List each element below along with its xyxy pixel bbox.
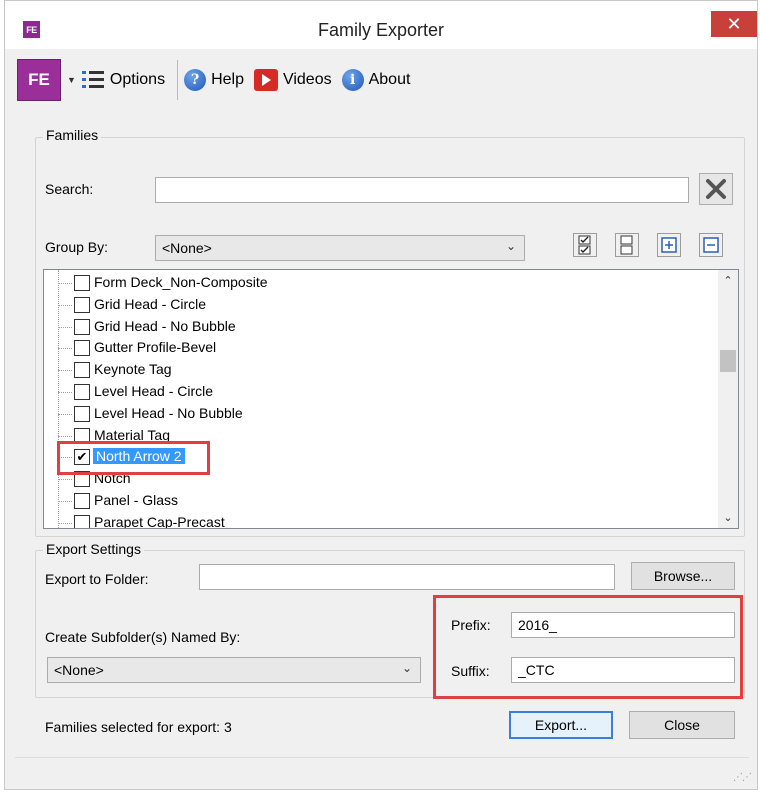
tree-connector (58, 522, 72, 524)
subfolder-select[interactable]: <None> ⌄ (47, 657, 421, 683)
toolbar: FE ▼ Options ? Help Videos i About (13, 53, 757, 107)
list-icon (81, 69, 104, 91)
scroll-up-icon[interactable]: ⌃ (718, 274, 738, 287)
close-button[interactable]: Close (629, 711, 735, 739)
help-icon: ? (184, 69, 207, 91)
help-label: Help (211, 71, 244, 88)
prefix-input[interactable] (511, 612, 735, 638)
tree-item-label: Grid Head - Circle (94, 295, 207, 312)
selected-count-status: Families selected for export: 3 (45, 719, 232, 735)
prefix-label: Prefix: (451, 617, 491, 633)
tree-item-checkbox[interactable] (74, 362, 90, 379)
scroll-down-icon[interactable]: ⌄ (718, 511, 738, 524)
tree-item[interactable]: Level Head - No Bubble (44, 403, 714, 425)
collapse-all-button[interactable] (699, 233, 723, 257)
options-label: Options (109, 71, 166, 88)
status-bar-divider (15, 757, 749, 758)
subfolder-value: <None> (54, 662, 104, 678)
tree-connector (58, 304, 72, 306)
videos-label: Videos (282, 71, 332, 88)
check-all-button[interactable] (573, 233, 597, 257)
tree-item-checkbox[interactable] (74, 493, 90, 509)
expand-all-icon (661, 237, 677, 253)
browse-button[interactable]: Browse... (631, 562, 735, 590)
export-folder-label: Export to Folder: (45, 571, 149, 587)
suffix-label: Suffix: (451, 663, 490, 679)
export-folder-input[interactable] (199, 564, 615, 590)
clear-search-button[interactable] (699, 173, 733, 205)
about-label: About (368, 71, 411, 88)
highlight-north-arrow (57, 441, 210, 475)
tree-item-label: Panel - Glass (94, 492, 179, 508)
search-label: Search: (45, 181, 94, 197)
tree-item[interactable]: Level Head - Circle (44, 381, 714, 403)
highlight-prefix-suffix (433, 595, 743, 699)
export-settings-group-label: Export Settings (43, 541, 144, 557)
tree-item-label: Level Head - No Bubble (94, 404, 243, 421)
video-play-icon (253, 69, 278, 91)
tree-item-checkbox[interactable] (74, 275, 90, 291)
group-by-value: <None> (162, 240, 212, 256)
options-button[interactable]: Options (81, 69, 166, 91)
tree-item-checkbox[interactable] (74, 296, 90, 313)
vertical-scrollbar[interactable]: ⌃ ⌄ (718, 270, 738, 528)
export-button[interactable]: Export... (509, 711, 613, 739)
tree-connector (58, 370, 72, 372)
expand-all-button[interactable] (657, 233, 681, 257)
tree-item-checkbox[interactable] (74, 340, 90, 357)
tree-item-label: Form Deck_Non-Composite (94, 274, 268, 290)
title-bar: FE Family Exporter ✕ (5, 1, 757, 49)
videos-button[interactable]: Videos (253, 69, 332, 91)
group-by-label: Group By: (45, 239, 109, 255)
tree-item[interactable]: Form Deck_Non-Composite (44, 272, 714, 294)
tree-item[interactable]: Parapet Cap-Precast (44, 512, 714, 529)
close-window-button[interactable]: ✕ (711, 11, 757, 37)
search-input[interactable] (155, 177, 689, 203)
group-by-select[interactable]: <None> ⌄ (155, 235, 525, 261)
tree-item-checkbox[interactable] (74, 318, 90, 335)
tree-connector (58, 479, 72, 481)
families-group-label: Families (43, 127, 102, 143)
tree-item-label: Gutter Profile-Bevel (94, 339, 217, 356)
family-exporter-window: FE Family Exporter ✕ FE ▼ Options ? Help… (4, 0, 758, 790)
toolbar-separator (177, 60, 179, 100)
chevron-down-icon: ⌄ (505, 239, 516, 253)
check-all-icon (578, 235, 591, 255)
tree-item[interactable]: Gutter Profile-Bevel (44, 337, 714, 359)
tree-item-checkbox[interactable] (74, 384, 90, 400)
tree-item-label: Grid Head - No Bubble (94, 317, 236, 334)
tree-item[interactable]: Keynote Tag (44, 359, 714, 381)
tree-connector (58, 348, 72, 350)
tree-connector (58, 326, 72, 328)
tree-item-checkbox[interactable] (74, 405, 90, 422)
fe-logo-menu-button[interactable]: FE (17, 59, 61, 101)
resize-grip-icon[interactable]: ⋰⋰ (733, 772, 752, 783)
subfolder-label: Create Subfolder(s) Named By: (45, 629, 241, 645)
chevron-down-icon: ⌄ (401, 661, 412, 675)
about-button[interactable]: i About (341, 69, 411, 91)
suffix-input[interactable] (511, 657, 735, 683)
clear-x-icon (706, 179, 726, 199)
uncheck-all-button[interactable] (615, 233, 639, 257)
tree-connector (58, 435, 72, 437)
tree-item-label: Parapet Cap-Precast (94, 513, 225, 529)
scroll-thumb[interactable] (720, 350, 736, 372)
uncheck-all-icon (620, 235, 633, 255)
families-tree-list[interactable]: Form Deck_Non-Composite Grid Head - Circl… (43, 269, 739, 529)
tree-connector (58, 283, 72, 284)
info-icon: i (341, 69, 364, 91)
tree-item-label: Level Head - Circle (94, 383, 214, 399)
tree-connector (58, 501, 72, 502)
tree-item[interactable]: Grid Head - Circle (44, 294, 714, 316)
window-title: Family Exporter (317, 20, 445, 40)
menu-dropdown-caret-icon[interactable]: ▼ (67, 75, 76, 85)
help-button[interactable]: ? Help (184, 69, 244, 91)
tree-connector (58, 413, 72, 415)
tree-item-label: Keynote Tag (94, 361, 172, 378)
collapse-all-icon (703, 237, 719, 253)
tree-item[interactable]: Grid Head - No Bubble (44, 316, 714, 338)
tree-connector (58, 392, 72, 393)
tree-item-checkbox[interactable] (74, 514, 90, 528)
tree-item[interactable]: Panel - Glass (44, 490, 714, 512)
